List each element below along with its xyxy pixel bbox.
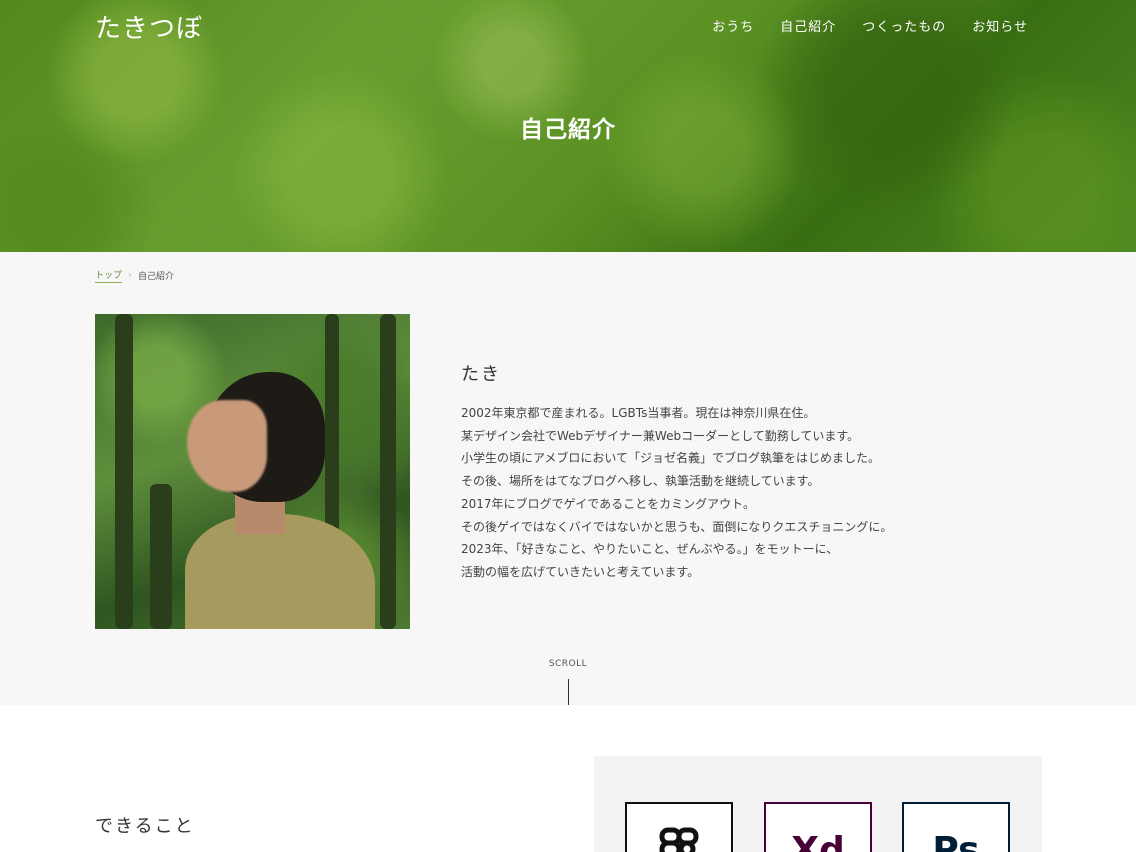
bio-line: 小学生の頃にアメブロにおいて「ジョゼ名義」でブログ執筆をはじめました。 — [461, 451, 881, 466]
bio-line: その後、場所をはてなブログへ移し、執筆活動を継続しています。 — [461, 474, 820, 489]
breadcrumb-home-link[interactable]: トップ — [95, 268, 123, 283]
profile-bio: 2002年東京都で産まれる。LGBTs当事者。現在は神奈川県在住。 某デザイン会… — [461, 402, 892, 584]
scroll-indicator-line — [568, 679, 569, 705]
profile-name: たき — [461, 364, 501, 385]
adobe-photoshop-icon: Ps — [902, 802, 1010, 852]
adobe-photoshop-label: Ps — [932, 830, 980, 852]
skills-tools-panel: Xd Ps — [594, 756, 1042, 852]
site-logo[interactable]: たきつぼ — [95, 8, 203, 45]
breadcrumb: トップ › 自己紹介 — [95, 268, 174, 283]
photo-face — [187, 400, 267, 492]
bio-line: 某デザイン会社でWebデザイナー兼Webコーダーとして勤務しています。 — [461, 428, 860, 443]
bio-line: その後ゲイではなくバイではないかと思うも、面倒になりクエスチョニングに。 — [461, 519, 893, 534]
bio-line: 2002年東京都で産まれる。LGBTs当事者。現在は神奈川県在住。 — [461, 406, 816, 420]
figma-logo-shape — [659, 827, 699, 852]
figma-icon — [625, 802, 733, 852]
photo-tree-trunk — [115, 314, 133, 629]
hero-banner: たきつぼ おうち 自己紹介 つくったもの お知らせ 自己紹介 — [0, 0, 1136, 252]
nav-item-works[interactable]: つくったもの — [862, 16, 946, 35]
bio-line: 2017年にブログでゲイであることをカミングアウト。 — [461, 496, 755, 511]
chevron-right-icon: › — [128, 270, 133, 281]
nav-item-news[interactable]: お知らせ — [972, 16, 1028, 35]
nav-item-about[interactable]: 自己紹介 — [780, 16, 836, 35]
skills-title: できること — [95, 816, 195, 837]
photo-tree-trunk — [150, 484, 172, 629]
bio-line: 2023年、「好きなこと、やりたいこと、ぜんぶやる。」をモットーに、 — [461, 542, 839, 557]
profile-photo — [95, 314, 410, 629]
profile-section: トップ › 自己紹介 たき 2002年東京都で産まれる。LGBTs当事者。現在は… — [0, 252, 1136, 705]
adobe-xd-label: Xd — [791, 830, 845, 852]
photo-tree-trunk — [380, 314, 396, 629]
main-nav: おうち 自己紹介 つくったもの お知らせ — [712, 16, 1028, 35]
adobe-xd-icon: Xd — [764, 802, 872, 852]
nav-item-home[interactable]: おうち — [712, 16, 754, 35]
page-title: 自己紹介 — [520, 117, 616, 143]
breadcrumb-current: 自己紹介 — [138, 272, 175, 282]
scroll-indicator-label[interactable]: SCROLL — [0, 659, 1136, 669]
bio-line: 活動の幅を広げていきたいと考えています。 — [461, 564, 700, 579]
